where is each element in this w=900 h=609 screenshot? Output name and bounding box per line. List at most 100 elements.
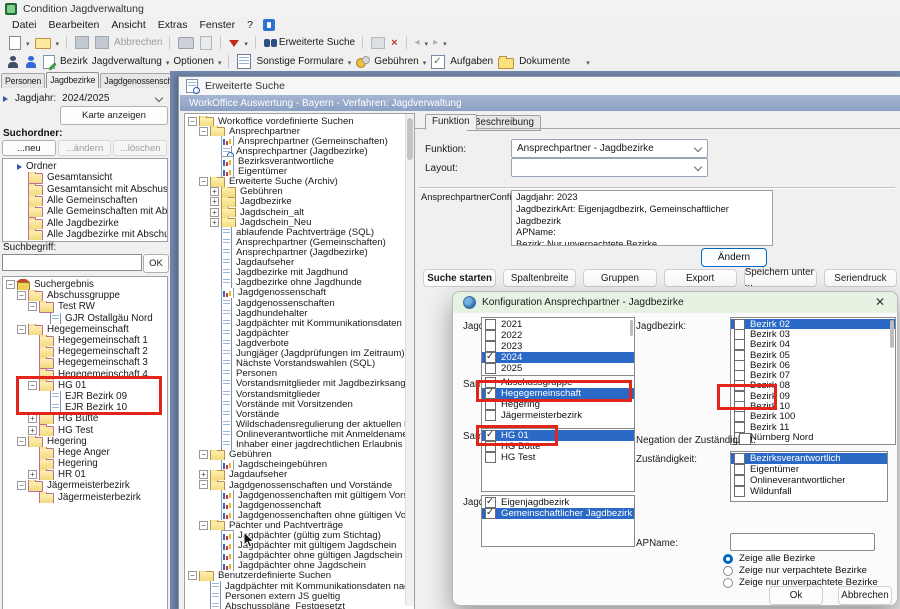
suchordner-button-ändern[interactable]: ...ändern: [58, 140, 112, 156]
tree-item[interactable]: Ansprechpartner (Gemeinschaften): [185, 136, 414, 146]
scrollbar-thumb[interactable]: [630, 320, 633, 336]
expand-icon[interactable]: +: [199, 470, 208, 479]
forward-dropdown-icon[interactable]: ▾: [443, 40, 447, 48]
collapse-icon[interactable]: −: [188, 571, 197, 580]
abbrechen-button[interactable]: Abbrechen: [114, 37, 162, 48]
list-item[interactable]: Bezirksverantwortlich: [731, 453, 887, 464]
tree-item[interactable]: Ansprechpartner (Jagdbezirke): [185, 247, 414, 257]
aendern-button[interactable]: Ändern: [701, 248, 767, 267]
suchordner-button-neu[interactable]: ...neu: [2, 140, 56, 156]
tree-item[interactable]: +HG Test: [3, 424, 167, 435]
chevron-down-icon[interactable]: [155, 94, 163, 102]
tree-item[interactable]: −Workoffice vordefinierte Suchen: [185, 116, 414, 126]
expand-icon[interactable]: +: [28, 414, 37, 423]
sidebar-tab-personen[interactable]: Personen: [1, 73, 45, 88]
radio-icon[interactable]: [723, 554, 733, 564]
help-icon[interactable]: [263, 19, 275, 31]
tree-item[interactable]: Alle Jagdbezirke: [3, 217, 167, 228]
print-icon[interactable]: [178, 37, 194, 49]
tree-item[interactable]: Hegegemeinschaft 3: [3, 357, 167, 368]
tree-item[interactable]: Eigentümer: [185, 167, 414, 177]
tree-item[interactable]: Hegegemeinschaft 1: [3, 335, 167, 346]
save-all-icon[interactable]: [95, 36, 109, 49]
tree-item[interactable]: Jagdscheingebühren: [185, 460, 414, 470]
window-restore-icon[interactable]: [371, 37, 385, 49]
tree-item[interactable]: Jungjäger (Jagdprüfungen im Zeitraum): [185, 349, 414, 359]
tree-item[interactable]: Ansprechpartner (Jagdbezirke): [185, 146, 414, 156]
list-item[interactable]: Jägermeisterbezirk: [482, 410, 634, 421]
dialog-close-icon[interactable]: ✕: [875, 295, 885, 309]
tree-item[interactable]: Vorstandsmitglieder: [185, 389, 414, 399]
new-dropdown-icon[interactable]: ▾: [26, 40, 30, 48]
tree-item[interactable]: Abschusspläne_Festgesetzt: [185, 601, 414, 609]
tree-item[interactable]: Vorstände mit Vorsitzenden: [185, 399, 414, 409]
toolbar-button-dokumente[interactable]: Dokumente: [519, 56, 570, 67]
chevron-down-icon[interactable]: ▾: [423, 59, 427, 67]
toolbar-overflow-icon[interactable]: ▾: [586, 59, 590, 67]
collapse-icon[interactable]: −: [199, 521, 208, 530]
list-item[interactable]: Bezirk 11: [731, 422, 895, 432]
export-button[interactable]: Export: [664, 269, 737, 287]
toolbar-button-gebühren[interactable]: Gebühren: [374, 56, 418, 67]
speichern-unter-button[interactable]: Speichern unter ...: [744, 269, 817, 287]
collapse-icon[interactable]: −: [17, 325, 26, 334]
tree-item[interactable]: Wildschadensregulierung der aktuellen Pa…: [185, 419, 414, 429]
list-item[interactable]: 2024: [482, 352, 634, 363]
expand-icon[interactable]: +: [28, 426, 37, 435]
scrollbar-thumb[interactable]: [890, 320, 894, 348]
list-item[interactable]: HG Test: [482, 452, 634, 463]
tree-item[interactable]: Gesamtansicht: [3, 172, 167, 183]
sidebar-tab-jagdbezirke[interactable]: Jagdbezirke: [46, 72, 99, 88]
tree-item[interactable]: −Abschussgruppe: [3, 290, 167, 301]
tree-item[interactable]: −Suchergebnis: [3, 279, 167, 290]
checkbox[interactable]: [734, 464, 745, 475]
list-item[interactable]: Bezirk 06: [731, 360, 895, 370]
user-icon[interactable]: [25, 55, 37, 68]
collapse-icon[interactable]: −: [17, 437, 26, 446]
tree-item[interactable]: −Benutzerdefinierte Suchen: [185, 571, 414, 581]
tree-item[interactable]: +Jagdschein_alt: [185, 207, 414, 217]
list-item[interactable]: 2023: [482, 341, 634, 352]
tree-item[interactable]: Jagdpächter (gültig zum Stichtag): [185, 530, 414, 540]
jagdjahr-select[interactable]: 2024/2025: [62, 93, 109, 104]
list-item[interactable]: Bezirk 05: [731, 350, 895, 360]
list-item[interactable]: 2025: [482, 363, 634, 374]
users-icon[interactable]: [7, 55, 19, 68]
radio-icon[interactable]: [723, 578, 733, 588]
seriendruck-button[interactable]: Seriendruck: [824, 269, 897, 287]
checkbox[interactable]: [734, 486, 745, 497]
list-item[interactable]: Eigenjagdbezirk: [482, 497, 634, 508]
tree-item[interactable]: Ansprechpartner (Gemeinschaften): [185, 237, 414, 247]
tree-item[interactable]: Alle Jagdbezirke mit Abschussplänen: [3, 229, 167, 240]
suche-starten-button[interactable]: Suche starten: [423, 269, 496, 287]
tree-item[interactable]: −Pächter und Pachtverträge: [185, 520, 414, 530]
tree-item[interactable]: +Gebühren: [185, 187, 414, 197]
toolbar-button-sonstige-formulare[interactable]: Sonstige Formulare: [256, 56, 343, 67]
list-item[interactable]: Eigentümer: [731, 464, 887, 475]
checkbox[interactable]: [485, 363, 496, 374]
chevron-down-icon[interactable]: ▾: [348, 59, 352, 67]
tree-item[interactable]: Jagdgenossenchaft: [185, 500, 414, 510]
radio-icon[interactable]: [723, 566, 733, 576]
collapse-icon[interactable]: −: [199, 177, 208, 186]
search-window-titlebar[interactable]: Erweiterte Suche: [179, 77, 900, 96]
tree-item[interactable]: Jagdgenossenchaften mit gültigem Vorstan…: [185, 490, 414, 500]
ok-button[interactable]: Ok: [769, 586, 823, 605]
layout-select[interactable]: [511, 158, 708, 177]
tree-item[interactable]: Vorstände: [185, 409, 414, 419]
new-document-icon[interactable]: [9, 36, 21, 50]
tree-item[interactable]: Hege Anger: [3, 447, 167, 458]
tree-item[interactable]: −Jagdgenossenschaften und Vorstände: [185, 480, 414, 490]
tree-item[interactable]: Vorstandsmitglieder mit Jagdbezirksangab…: [185, 379, 414, 389]
tree-item[interactable]: ablaufende Pachtverträge (SQL): [185, 227, 414, 237]
checkbox[interactable]: [485, 508, 496, 519]
checkbox[interactable]: [485, 452, 496, 463]
menu-datei[interactable]: Datei: [6, 19, 43, 31]
list-item[interactable]: Gemeinschaftlicher Jagdbezirk: [482, 508, 634, 519]
list-item[interactable]: Bezirk 02: [731, 319, 895, 329]
tree-item[interactable]: Jagdgenossenschaft: [185, 288, 414, 298]
tree-item[interactable]: Hegering: [3, 458, 167, 469]
sidebar-tab-jagdgenossenschaften[interactable]: Jagdgenossenschaften: [100, 73, 170, 88]
tree-item[interactable]: Jagdpächter: [185, 328, 414, 338]
docs-icon[interactable]: [498, 58, 514, 69]
